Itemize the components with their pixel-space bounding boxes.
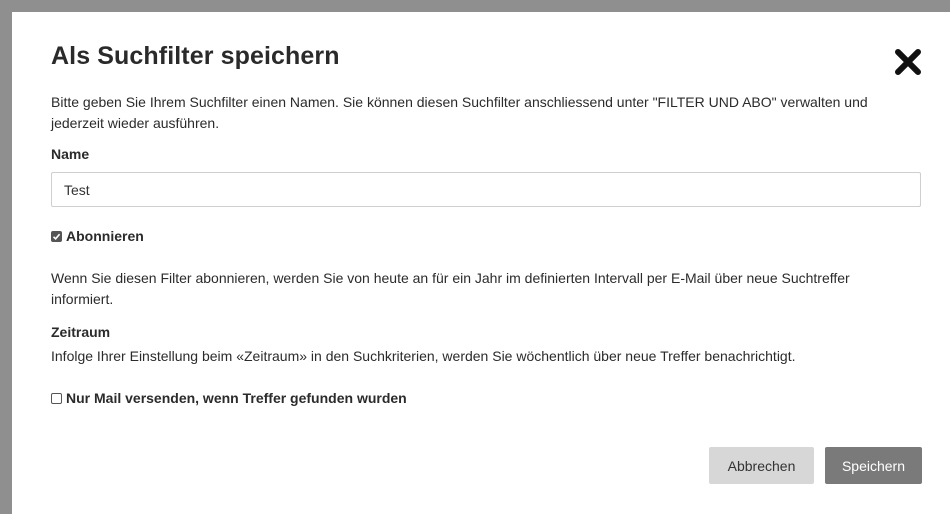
name-label: Name	[51, 146, 90, 162]
subscribe-label: Abonnieren	[66, 228, 144, 244]
dialog-title: Als Suchfilter speichern	[51, 42, 340, 70]
close-button[interactable]	[893, 47, 923, 77]
checkmark-icon	[52, 233, 61, 240]
subscribe-info-text: Wenn Sie diesen Filter abonnieren, werde…	[51, 270, 850, 307]
zeitraum-label: Zeitraum	[51, 324, 111, 340]
save-search-filter-dialog: Als Suchfilter speichern Bitte geben Sie…	[12, 12, 950, 514]
zeitraum-info-text: Infolge Ihrer Einstellung beim «Zeitraum…	[51, 348, 796, 364]
mail-only-label: Nur Mail versenden, wenn Treffer gefunde…	[66, 390, 407, 406]
subscribe-checkbox-row[interactable]: Abonnieren	[51, 228, 144, 244]
name-input[interactable]	[51, 172, 921, 207]
close-icon	[895, 49, 921, 75]
save-button[interactable]: Speichern	[825, 447, 922, 484]
dialog-intro-text: Bitte geben Sie Ihrem Suchfilter einen N…	[51, 94, 868, 131]
mail-only-checkbox[interactable]	[51, 392, 62, 404]
cancel-button[interactable]: Abbrechen	[709, 447, 814, 484]
mail-only-checkbox-row[interactable]: Nur Mail versenden, wenn Treffer gefunde…	[51, 390, 407, 406]
subscribe-checkbox[interactable]	[51, 230, 62, 242]
